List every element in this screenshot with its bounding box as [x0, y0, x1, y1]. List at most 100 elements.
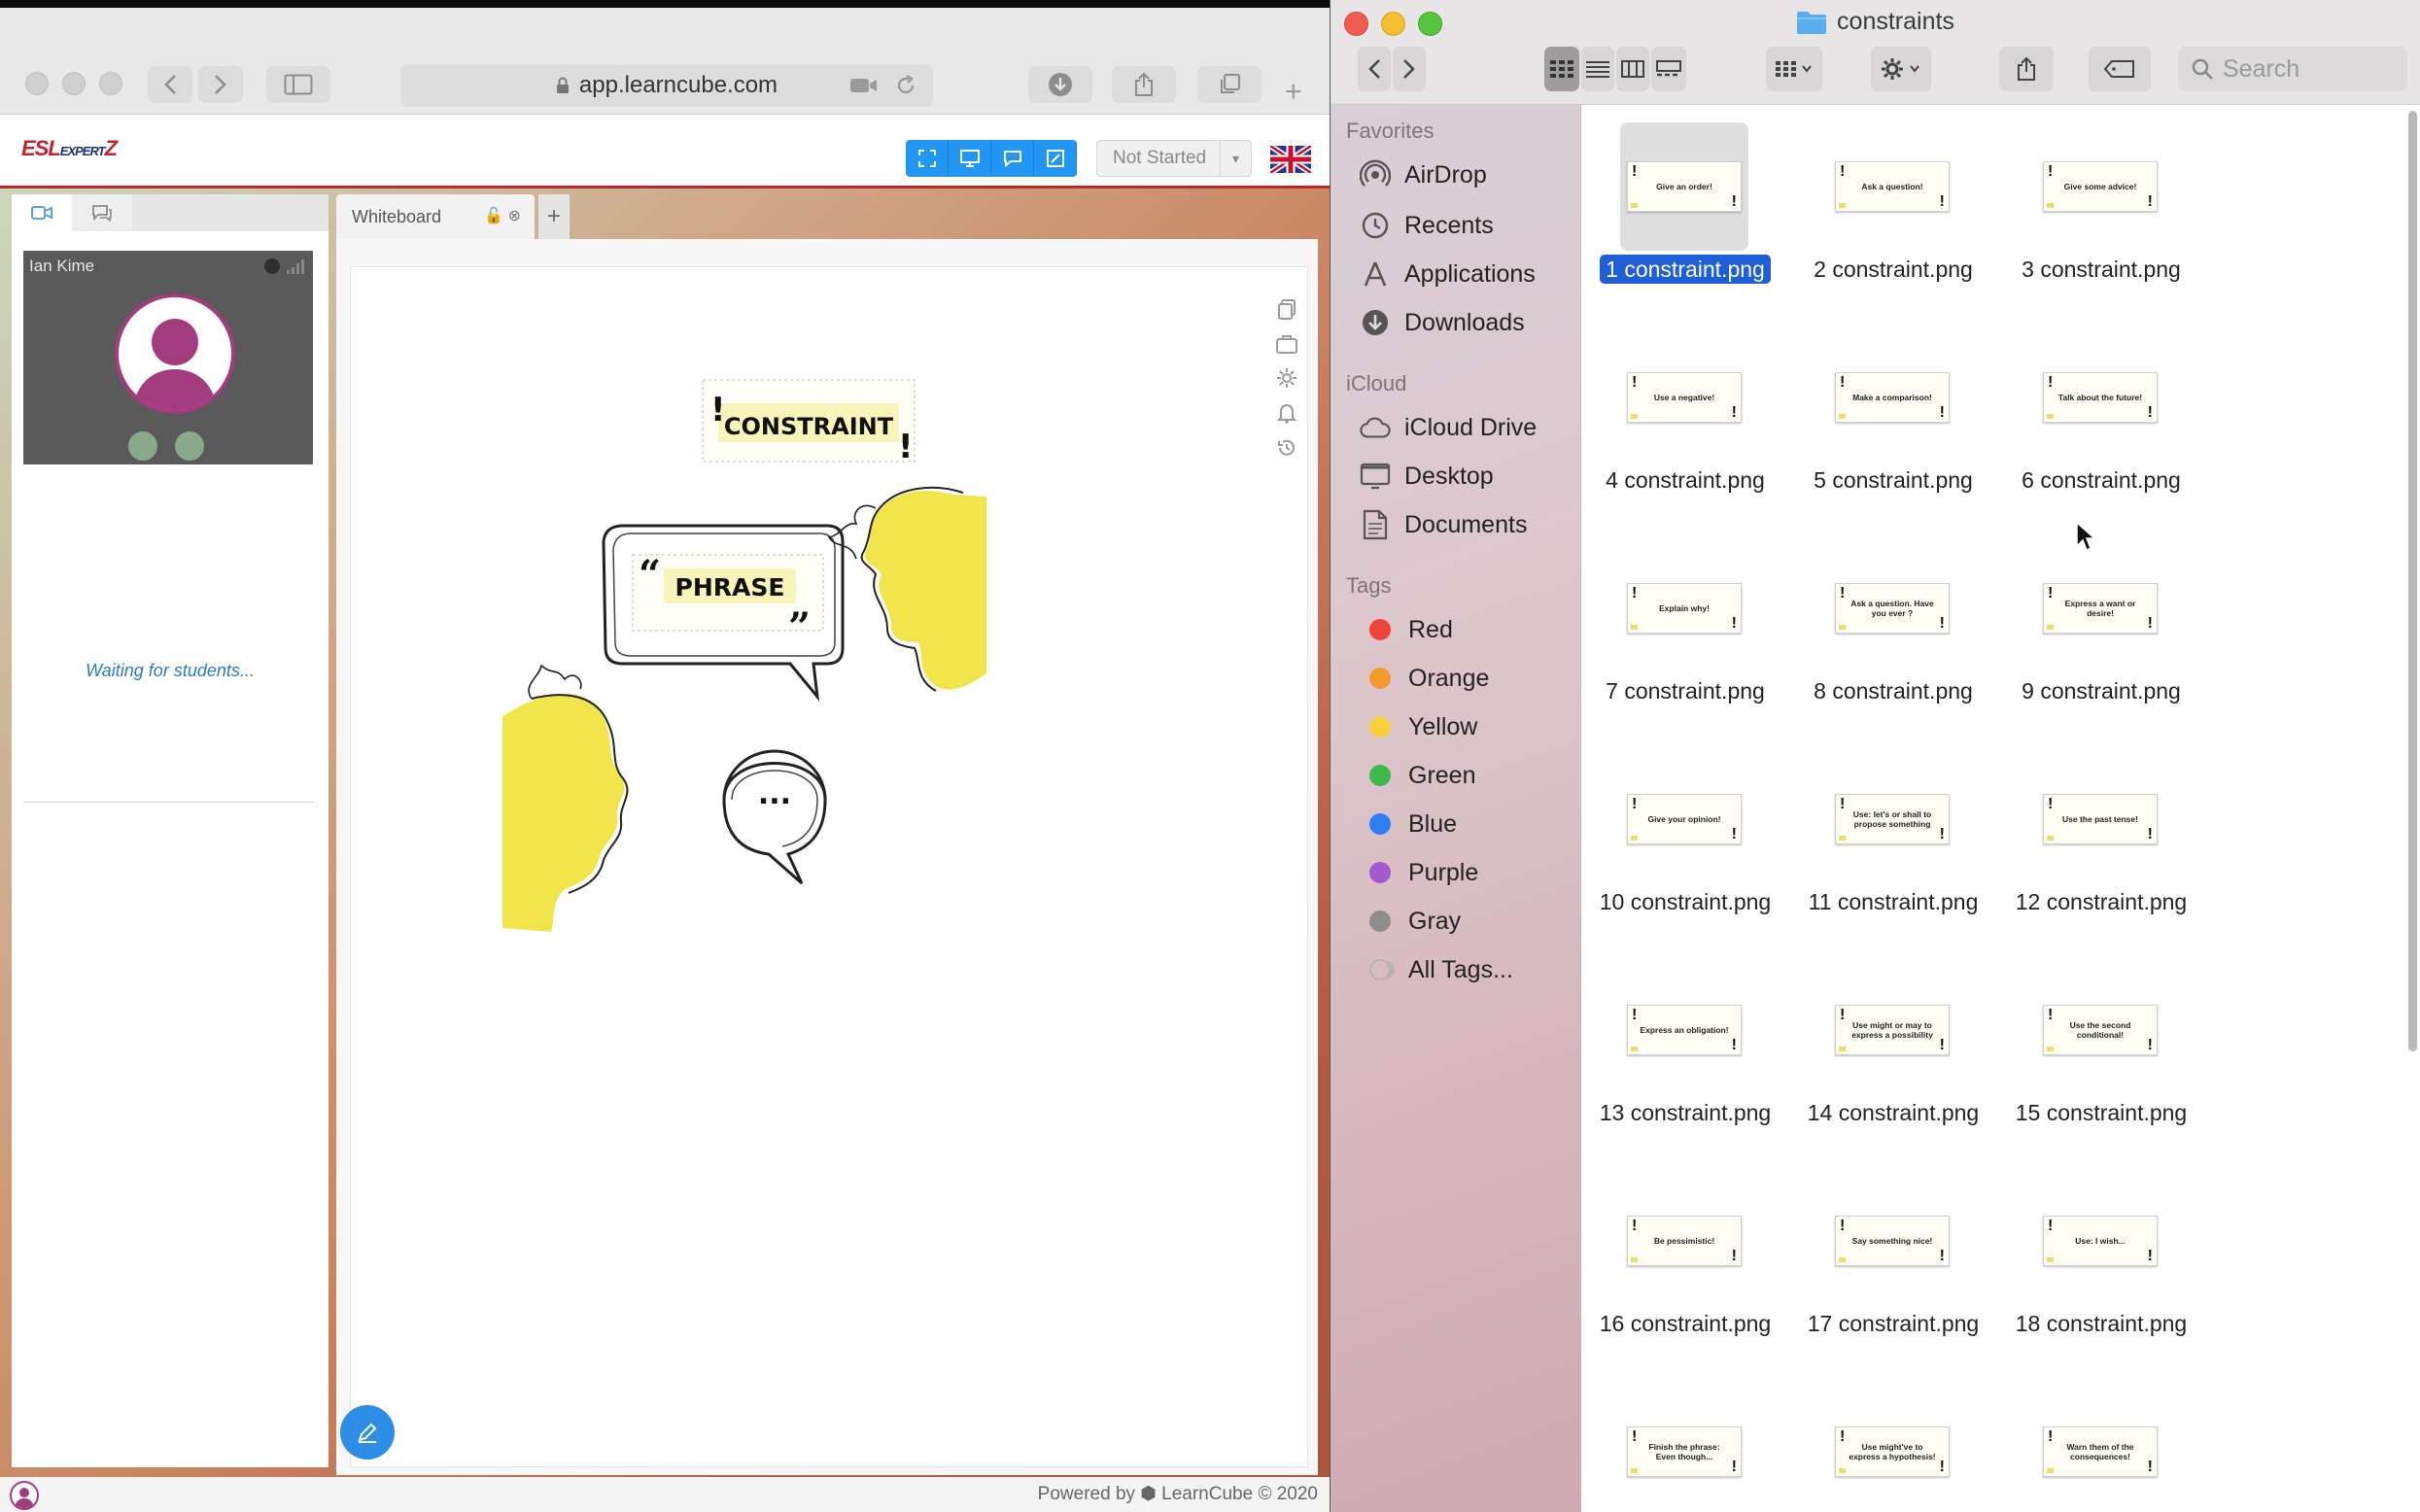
camera-toggle-icon[interactable] [175, 431, 204, 461]
finder-window: constraints Search Favorites AirDrop Rec… [1330, 0, 2420, 1512]
sidebar-tag-purple[interactable]: Purple [1366, 853, 1478, 892]
camera-icon[interactable] [849, 76, 879, 95]
file-item[interactable]: !! Use the second conditional! 15 constrai… [1997, 958, 2205, 1162]
search-input[interactable]: Search [2178, 47, 2407, 91]
applications-icon [1360, 258, 1391, 290]
history-icon[interactable] [1276, 437, 1297, 459]
file-item[interactable]: !! Use might've to express a hypothesis! [1789, 1380, 1997, 1512]
sidebar-tag-yellow[interactable]: Yellow [1366, 707, 1477, 746]
vertical-scrollbar[interactable] [2408, 111, 2417, 1051]
list-view-button[interactable] [1581, 47, 1614, 91]
file-item[interactable]: !! Give an order! 1 constraint.png [1581, 115, 1789, 319]
tab-video[interactable] [12, 194, 72, 231]
file-item[interactable]: !! Say something nice! 17 constraint.png [1789, 1169, 1997, 1373]
fullscreen-button[interactable] [906, 140, 949, 177]
share-button[interactable] [1999, 47, 2054, 91]
sidebar-item-documents[interactable]: Documents [1360, 505, 1527, 544]
file-item[interactable]: !! Express a want or desire! 9 constraint.… [1997, 536, 2205, 740]
file-thumbnail: !! Use a negative! [1620, 333, 1748, 462]
whiteboard-canvas[interactable]: ! ! CONSTRAINT “ ” PHRASE ... [350, 266, 1308, 1467]
constraint-card-thumbnail: !! Make a comparison! [1835, 372, 1950, 423]
column-view-button[interactable] [1616, 47, 1649, 91]
minimize-window-button[interactable] [62, 72, 86, 95]
sidebar-tag-orange[interactable]: Orange [1366, 659, 1489, 698]
sidebar-item-label: Documents [1404, 510, 1528, 538]
file-item[interactable]: !! Express an obligation! 13 constraint.pn… [1581, 958, 1789, 1162]
forward-button[interactable] [198, 66, 243, 103]
gallery-view-button[interactable] [1651, 47, 1686, 91]
file-item[interactable]: !! Make a comparison! 5 constraint.png [1789, 326, 1997, 530]
sidebar-toggle-button[interactable] [266, 66, 330, 103]
file-item[interactable]: !! Be pessimistic! 16 constraint.png [1581, 1169, 1789, 1373]
file-item[interactable]: !! Ask a question! 2 constraint.png [1789, 115, 1997, 319]
sidebar-tag-blue[interactable]: Blue [1366, 805, 1457, 843]
tab-chat[interactable] [72, 194, 132, 231]
download-icon [1360, 307, 1391, 338]
file-item[interactable]: !! Explain why! 7 constraint.png [1581, 536, 1789, 740]
add-board-tab-button[interactable]: + [538, 194, 570, 239]
sidebar-item-desktop[interactable]: Desktop [1360, 457, 1494, 496]
file-item[interactable]: !! Finish the phrase: Even though... [1581, 1380, 1789, 1512]
group-by-menu-button[interactable] [1766, 47, 1822, 91]
tab-lock-close-controls[interactable]: 🔓 ⊗ [484, 206, 521, 225]
learncube-page: ESLEXPERTZ Not Started ▾ Ian Kime Waitin… [0, 115, 1330, 1512]
thumbnail-text: Talk about the future! [2057, 393, 2143, 402]
class-status-select[interactable]: Not Started ▾ [1096, 140, 1252, 177]
edit-view-button[interactable] [1034, 140, 1077, 177]
list-icon [1586, 61, 1609, 78]
microphone-toggle-icon[interactable] [128, 431, 157, 461]
waiting-message: Waiting for students... [86, 661, 255, 680]
thinking-speech-bubble[interactable]: ... [722, 749, 827, 885]
sidebar-tag-all-tags[interactable]: All Tags... [1366, 950, 1513, 989]
close-window-button[interactable] [25, 72, 49, 95]
sidebar-tag-gray[interactable]: Gray [1366, 902, 1461, 941]
phrase-speech-bubble[interactable]: “ ” PHRASE [602, 524, 845, 702]
gear-icon[interactable] [1276, 367, 1297, 389]
file-item[interactable]: !! Talk about the future! 6 constraint.png [1997, 326, 2205, 530]
share-icon [1135, 72, 1153, 96]
user-avatar-icon[interactable] [10, 1481, 39, 1510]
new-tab-button[interactable]: + [1285, 78, 1302, 107]
constraint-card-thumbnail: !! Explain why! [1627, 583, 1742, 634]
forward-button[interactable] [1393, 47, 1426, 91]
back-button[interactable] [148, 66, 192, 103]
file-item[interactable]: !! Use the past tense! 12 constraint.png [1997, 747, 2205, 951]
icon-view-button[interactable] [1544, 47, 1579, 91]
browser-toolbar: app.learncube.com + [0, 8, 1330, 115]
sidebar-tag-red[interactable]: Red [1366, 610, 1453, 649]
sidebar-item-icloud-drive[interactable]: iCloud Drive [1360, 408, 1537, 447]
chat-view-button[interactable] [991, 140, 1034, 177]
constraint-card-thumbnail: !! Be pessimistic! [1627, 1216, 1742, 1266]
file-item[interactable]: !! Use: let's or shall to propose somethi… [1789, 747, 1997, 951]
bell-icon[interactable] [1277, 402, 1296, 424]
sidebar-item-recents[interactable]: Recents [1360, 206, 1494, 245]
sidebar-item-downloads[interactable]: Downloads [1360, 303, 1525, 342]
sidebar-item-label: Orange [1408, 664, 1490, 692]
file-item[interactable]: !! Use a negative! 4 constraint.png [1581, 326, 1789, 530]
share-button[interactable] [1112, 66, 1176, 103]
file-item[interactable]: !! Use: I wish... 18 constraint.png [1997, 1169, 2205, 1373]
screen-view-button[interactable] [949, 140, 991, 177]
pen-tool-button[interactable] [340, 1405, 395, 1460]
tabs-overview-button[interactable] [1197, 66, 1262, 103]
action-menu-button[interactable] [1871, 47, 1931, 91]
back-button[interactable] [1358, 47, 1391, 91]
file-item[interactable]: !! Ask a question. Have you ever ? 8 const… [1789, 536, 1997, 740]
zoom-window-button[interactable] [99, 72, 122, 95]
file-item[interactable]: !! Use might or may to express a possibil… [1789, 958, 1997, 1162]
sidebar-item-airdrop[interactable]: AirDrop [1360, 155, 1487, 194]
downloads-button[interactable] [1028, 66, 1092, 103]
reload-icon[interactable] [894, 74, 917, 97]
sidebar-item-applications[interactable]: Applications [1360, 255, 1536, 293]
file-item[interactable]: !! Give your opinion! 10 constraint.png [1581, 747, 1789, 951]
uk-flag-icon[interactable] [1270, 146, 1311, 173]
briefcase-icon[interactable] [1276, 334, 1297, 354]
file-item[interactable]: !! Warn them of the consequences! [1997, 1380, 2205, 1512]
copy-icon[interactable] [1277, 299, 1296, 321]
file-item[interactable]: !! Give some advice! 3 constraint.png [1997, 115, 2205, 319]
constraint-card-thumbnail: !! Express an obligation! [1627, 1005, 1742, 1055]
constraint-card[interactable]: ! ! CONSTRAINT [702, 379, 916, 466]
edit-tags-button[interactable] [2089, 47, 2151, 91]
sidebar-tag-green[interactable]: Green [1366, 756, 1475, 795]
tab-whiteboard[interactable]: Whiteboard 🔓 ⊗ [336, 194, 535, 239]
